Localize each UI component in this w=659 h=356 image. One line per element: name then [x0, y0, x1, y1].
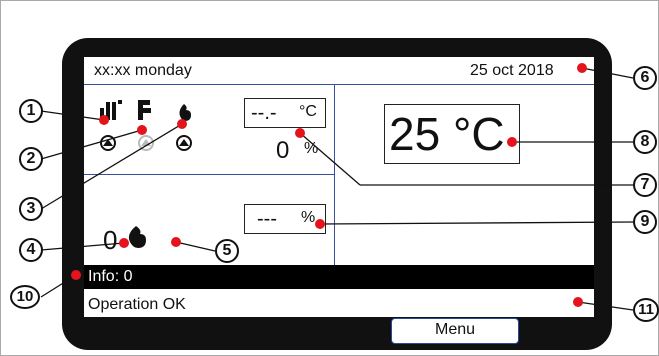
marker-8 — [507, 137, 517, 147]
leader-lines — [40, 67, 634, 311]
pump-icon-burner — [176, 135, 192, 151]
marker-10 — [71, 270, 81, 280]
marker-9 — [315, 219, 325, 229]
callout-8: 8 — [633, 130, 657, 154]
callout-10: 10 — [10, 285, 40, 309]
marker-11 — [573, 297, 583, 307]
diagram-overlay — [40, 67, 634, 311]
marker-5 — [171, 237, 181, 247]
tap-icon — [138, 100, 151, 120]
callout-9: 9 — [633, 210, 657, 234]
marker-2 — [137, 125, 147, 135]
marker-3 — [177, 119, 187, 129]
callout-4: 4 — [19, 238, 43, 262]
marker-4 — [119, 238, 129, 248]
callout-1: 1 — [19, 99, 43, 123]
callout-2: 2 — [19, 147, 43, 171]
marker-1 — [99, 115, 109, 125]
callout-5: 5 — [215, 239, 239, 263]
marker-7 — [295, 128, 305, 138]
flame-small-icon — [128, 226, 146, 248]
marker-6 — [577, 63, 587, 73]
callout-3: 3 — [19, 197, 43, 221]
callout-7: 7 — [633, 173, 657, 197]
callout-11: 11 — [633, 298, 659, 322]
callout-6: 6 — [633, 66, 657, 90]
